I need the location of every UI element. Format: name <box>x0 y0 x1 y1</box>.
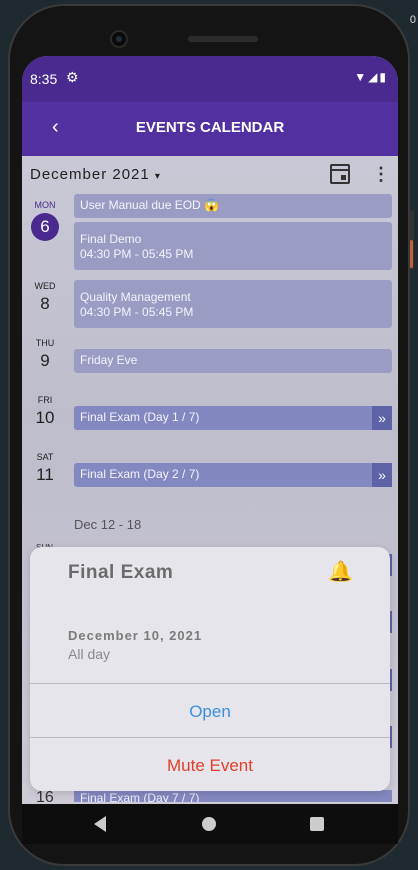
status-icons: ▼◢▮ <box>354 70 388 84</box>
dropdown-arrow-icon: ▾ <box>154 171 161 182</box>
day-of-week: WED <box>34 281 56 291</box>
month-label: December 2021 <box>30 166 150 183</box>
week-label: Dec 12 - 18 <box>74 517 142 532</box>
open-button[interactable]: Open <box>30 702 390 722</box>
event-title: Quality Management <box>80 290 191 304</box>
day-mon-6: MON 6 <box>22 200 68 241</box>
event-title: Final Exam (Day 1 / 7) <box>80 410 200 424</box>
status-time: 8:35 <box>30 71 58 87</box>
event-user-manual[interactable]: User Manual due EOD 😱 <box>74 194 392 218</box>
divider <box>30 683 390 684</box>
day-thu-9: THU 9 <box>22 338 68 371</box>
event-dialog: Final Exam 🔔 December 10, 2021 All day O… <box>30 547 390 791</box>
event-title: Final Demo <box>80 232 142 246</box>
month-selector[interactable]: December 2021 ▾ <box>30 166 161 183</box>
dialog-date: December 10, 2021 <box>68 628 203 643</box>
day-number: 11 <box>36 465 54 484</box>
corner-label: 0 <box>409 14 416 26</box>
more-vert-icon[interactable]: ⋮ <box>372 164 390 184</box>
dialog-title: Final Exam <box>68 562 174 583</box>
app-bar: ‹ EVENTS CALENDAR <box>22 102 398 156</box>
continues-icon: » <box>372 463 392 487</box>
day-number: 9 <box>40 351 50 370</box>
event-final-demo[interactable]: Final Demo 04:30 PM - 05:45 PM <box>74 222 392 270</box>
screen: 8:35 ⚙ ▼◢▮ ‹ EVENTS CALENDAR December 20… <box>22 56 398 804</box>
navigation-bar <box>22 804 398 844</box>
day-number-peek: 16 <box>36 789 54 804</box>
event-time: 04:30 PM - 05:45 PM <box>80 247 194 261</box>
divider <box>30 737 390 738</box>
nav-home-icon[interactable] <box>202 817 216 831</box>
status-bar: 8:35 ⚙ ▼◢▮ <box>22 56 398 102</box>
day-of-week: MON <box>34 200 56 210</box>
nav-recents-icon[interactable] <box>310 817 324 831</box>
day-fri-10: FRI 10 <box>22 395 68 428</box>
calendar-today-icon[interactable] <box>330 164 350 184</box>
event-quality-management[interactable]: Quality Management 04:30 PM - 05:45 PM <box>74 280 392 328</box>
mute-event-button[interactable]: Mute Event <box>30 756 390 776</box>
volume-button <box>410 240 413 268</box>
gear-icon: ⚙ <box>66 69 79 85</box>
event-title: Final Exam (Day 7 / 7) <box>80 791 200 802</box>
page-title: EVENTS CALENDAR <box>135 119 285 136</box>
day-of-week: SAT <box>36 452 54 462</box>
day-number: 10 <box>35 408 55 427</box>
day-of-week: FRI <box>37 395 53 405</box>
event-time: 04:30 PM - 05:45 PM <box>80 305 194 319</box>
bell-icon: 🔔 <box>328 561 353 583</box>
day-number: 6 <box>31 213 59 241</box>
earpiece-speaker <box>188 36 258 42</box>
day-number: 8 <box>40 294 50 313</box>
event-title: Friday Eve <box>80 353 138 367</box>
event-title: User Manual due EOD 😱 <box>80 198 219 212</box>
day-sat-11: SAT 11 <box>22 452 68 485</box>
dialog-subtitle: All day <box>68 646 111 662</box>
event-final-exam-day2[interactable]: Final Exam (Day 2 / 7) » <box>74 463 392 487</box>
nav-back-icon[interactable] <box>94 816 106 832</box>
continues-icon: » <box>372 406 392 430</box>
event-final-exam-day7[interactable]: Final Exam (Day 7 / 7) <box>74 790 392 802</box>
day-of-week: THU <box>35 338 55 348</box>
event-final-exam-day1[interactable]: Final Exam (Day 1 / 7) » <box>74 406 392 430</box>
calendar-content: December 2021 ▾ ⋮ MON 6 User Manual due … <box>22 156 398 804</box>
event-friday-eve[interactable]: Friday Eve <box>74 349 392 373</box>
event-title: Final Exam (Day 2 / 7) <box>80 467 200 481</box>
front-camera <box>110 30 128 48</box>
day-wed-8: WED 8 <box>22 281 68 314</box>
